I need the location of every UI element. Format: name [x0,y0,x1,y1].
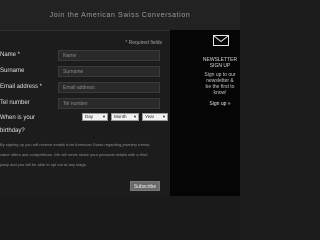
required-fields-note: * Required fields [125,40,162,46]
surname-label: Surname [0,68,25,74]
name-label: Name * [0,52,21,58]
tel-input[interactable]: Tel number [58,98,160,109]
legal-text-line2: value offers and competitions. We will n… [0,152,148,157]
sidebar-body-line4: know! [213,90,227,96]
newsletter-sidebar [170,30,240,196]
chevron-down-icon: ▼ [102,114,106,119]
chevron-down-icon: ▼ [133,114,137,119]
email-label: Email address * [0,84,43,90]
day-select[interactable]: Day ▼ [82,113,108,121]
email-input[interactable]: Email address [58,82,160,93]
month-select-value: Month [114,114,127,119]
year-select[interactable]: Year ▼ [142,113,168,121]
surname-input[interactable]: Surname [58,66,160,77]
page-footer-area [0,196,240,240]
name-input[interactable]: Name [58,50,160,61]
legal-text-line3: party and you will be able to opt out at… [0,162,87,167]
year-select-value: Year [145,114,155,119]
tel-label: Tel number [0,100,30,106]
sidebar-title-line2: SIGN UP [209,63,231,69]
header-bar: Join the American Swiss Conversation [0,0,240,31]
month-select[interactable]: Month ▼ [111,113,139,121]
birthday-label-line2: birthday? [0,128,25,134]
envelope-icon [213,35,229,46]
birthday-label-line1: When is your [0,115,36,121]
sign-up-link[interactable]: Sign up » [196,101,244,107]
subscribe-button[interactable]: Subscribe [130,181,160,191]
page-title: Join the American Swiss Conversation [49,12,191,19]
chevron-down-icon: ▼ [162,114,166,119]
day-select-value: Day [85,114,94,119]
legal-text-line1: By signing up you will receive emails fr… [0,142,151,147]
